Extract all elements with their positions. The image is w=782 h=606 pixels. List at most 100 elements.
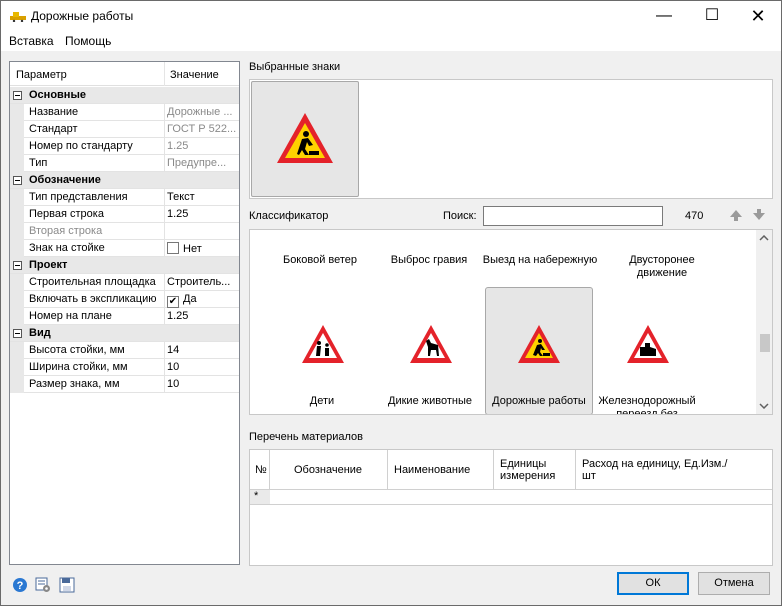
sign-label-two-way[interactable]: Двусторонее движение: [608, 254, 716, 280]
cell-divider: [164, 308, 165, 325]
sign-label-gravel[interactable]: Выброс гравия: [375, 254, 483, 267]
property-row[interactable]: Ширина стойки, мм 10: [10, 359, 239, 376]
property-row[interactable]: Размер знака, мм 10: [10, 376, 239, 393]
property-value[interactable]: Строитель...: [167, 276, 238, 288]
property-value[interactable]: Дорожные ...: [167, 106, 238, 118]
new-row-header[interactable]: *: [250, 490, 270, 505]
property-name: Тип: [29, 157, 48, 169]
checkbox[interactable]: ✔: [167, 296, 179, 308]
property-name: Включать в экспликацию: [29, 293, 157, 305]
collapse-icon[interactable]: [13, 261, 22, 270]
close-button[interactable]: ✕: [735, 1, 781, 32]
sign-label-embankment[interactable]: Выезд на набережную: [479, 254, 601, 267]
collapse-icon[interactable]: [13, 91, 22, 100]
property-row[interactable]: Вторая строка: [10, 223, 239, 240]
sign-label-road-works[interactable]: Дорожные работы: [485, 395, 593, 408]
cell-divider: [164, 104, 165, 121]
property-value[interactable]: 10: [167, 378, 238, 390]
property-value[interactable]: Предупре...: [167, 157, 238, 169]
row-gutter: [10, 189, 24, 206]
sign-label-crosswind[interactable]: Боковой ветер: [266, 254, 374, 267]
property-value[interactable]: ✔ Да: [167, 293, 238, 308]
property-row[interactable]: Строительная площадка Строитель...: [10, 274, 239, 291]
search-input[interactable]: [483, 206, 663, 226]
property-name: Номер на плане: [29, 310, 112, 322]
classifier-grid: Боковой ветер Выброс гравия Выезд на наб…: [249, 229, 773, 415]
materials-table: № Обозначение Наименование Единицы измер…: [249, 449, 773, 566]
property-grid-header: Параметр Значение: [10, 62, 239, 86]
railway-crossing-sign-icon[interactable]: [625, 323, 671, 365]
materials-label: Перечень материалов: [249, 431, 363, 443]
settings-icon[interactable]: [35, 577, 51, 593]
cell-divider: [164, 291, 165, 308]
property-row[interactable]: Знак на стойке Нет: [10, 240, 239, 257]
property-row[interactable]: Тип Предупре...: [10, 155, 239, 172]
row-gutter: [10, 308, 24, 325]
property-value[interactable]: 14: [167, 344, 238, 356]
app-icon: [10, 12, 26, 22]
property-category[interactable]: Вид: [10, 325, 239, 342]
property-row[interactable]: Стандарт ГОСТ Р 522...: [10, 121, 239, 138]
help-icon[interactable]: ?: [12, 577, 28, 593]
sign-label-children[interactable]: Дети: [268, 395, 376, 408]
property-row[interactable]: Высота стойки, мм 14: [10, 342, 239, 359]
property-value[interactable]: ГОСТ Р 522...: [167, 123, 238, 135]
ok-button[interactable]: ОК: [617, 572, 689, 595]
checkbox-label: Нет: [183, 243, 202, 255]
property-name: Знак на стойке: [29, 242, 105, 254]
property-name: Строительная площадка: [29, 276, 156, 288]
scroll-down-icon[interactable]: [759, 403, 769, 409]
row-gutter: [10, 240, 24, 257]
maximize-button[interactable]: ☐: [689, 1, 735, 32]
menu-insert[interactable]: Вставка: [9, 34, 54, 48]
column-divider: [164, 62, 165, 86]
classifier-scrollbar[interactable]: [756, 230, 772, 414]
collapse-icon[interactable]: [13, 176, 22, 185]
save-template-icon[interactable]: [59, 577, 75, 593]
row-gutter: [10, 359, 24, 376]
selected-sign-tile[interactable]: [251, 81, 359, 197]
menu-help[interactable]: Помощь: [65, 34, 111, 48]
scroll-thumb[interactable]: [760, 334, 770, 352]
road-works-grid-icon[interactable]: [516, 323, 562, 365]
checkbox[interactable]: [167, 242, 179, 254]
property-row[interactable]: Номер по стандарту 1.25: [10, 138, 239, 155]
property-row[interactable]: Первая строка 1.25: [10, 206, 239, 223]
arrow-up-icon[interactable]: [729, 208, 743, 222]
property-name: Вторая строка: [29, 225, 103, 237]
property-row[interactable]: Название Дорожные ...: [10, 104, 239, 121]
classifier-label: Классификатор: [249, 210, 329, 222]
search-label: Поиск:: [443, 210, 477, 222]
property-name: Название: [29, 106, 79, 118]
property-row[interactable]: Тип представления Текст: [10, 189, 239, 206]
children-sign-icon[interactable]: [300, 323, 346, 365]
materials-header: № Обозначение Наименование Единицы измер…: [250, 450, 772, 490]
cell-divider: [164, 342, 165, 359]
property-value[interactable]: Нет: [167, 242, 238, 255]
scroll-up-icon[interactable]: [759, 235, 769, 241]
property-value[interactable]: 1.25: [167, 310, 238, 322]
cancel-button[interactable]: Отмена: [698, 572, 770, 595]
minimize-button[interactable]: —: [641, 1, 687, 32]
property-category[interactable]: Проект: [10, 257, 239, 274]
property-value[interactable]: 1.25: [167, 208, 238, 220]
wild-animals-sign-icon[interactable]: [408, 323, 454, 365]
property-value[interactable]: Текст: [167, 191, 238, 203]
property-category[interactable]: Основные: [10, 87, 239, 104]
property-name: Первая строка: [29, 208, 104, 220]
cell-divider: [164, 223, 165, 240]
arrow-down-icon[interactable]: [752, 208, 766, 222]
property-row[interactable]: Включать в экспликацию ✔ Да: [10, 291, 239, 308]
cell-divider: [164, 121, 165, 138]
property-category[interactable]: Обозначение: [10, 172, 239, 189]
property-value[interactable]: 1.25: [167, 140, 238, 152]
row-gutter: [10, 342, 24, 359]
property-row[interactable]: Номер на плане 1.25: [10, 308, 239, 325]
sign-label-wild-animals[interactable]: Дикие животные: [376, 395, 484, 408]
sign-label-railway-crossing[interactable]: Железнодорожный переезд без: [593, 395, 701, 414]
new-row[interactable]: [270, 490, 772, 505]
collapse-icon[interactable]: [13, 329, 22, 338]
col-number-label: №: [255, 464, 267, 476]
property-value[interactable]: 10: [167, 361, 238, 373]
col-designation: Обозначение: [270, 450, 388, 490]
